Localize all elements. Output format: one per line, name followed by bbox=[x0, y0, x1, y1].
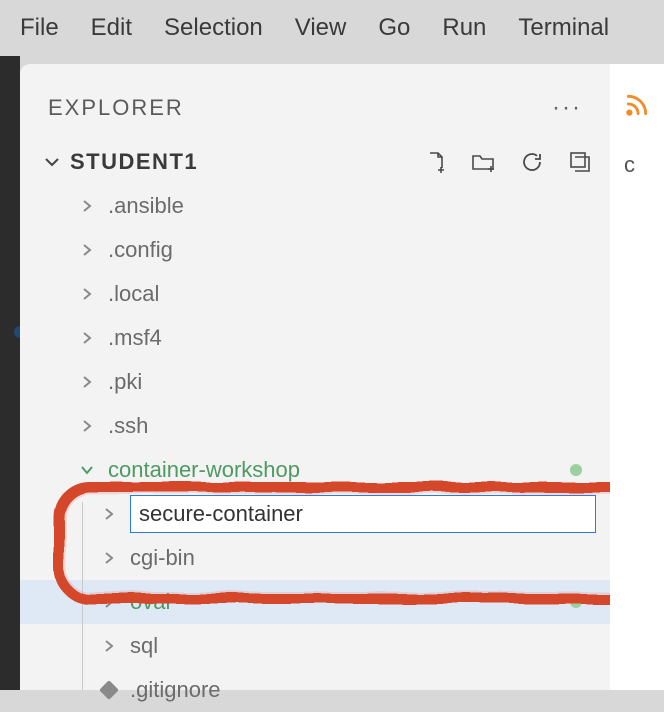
tree-folder-expanded[interactable]: container-workshop bbox=[20, 448, 610, 492]
tree-folder[interactable]: sql bbox=[20, 624, 610, 668]
chevron-right-icon bbox=[76, 418, 98, 434]
tree-folder[interactable]: .ansible bbox=[20, 184, 610, 228]
chevron-right-icon bbox=[98, 638, 120, 654]
refresh-button[interactable] bbox=[518, 148, 546, 176]
gitignore-file-icon bbox=[98, 681, 120, 699]
menubar: File Edit Selection View Go Run Terminal bbox=[0, 0, 664, 56]
chevron-right-icon bbox=[98, 506, 120, 522]
breadcrumb-letter: c bbox=[624, 152, 635, 178]
file-tree: .ansible .config .local .msf4 .pki .ssh bbox=[20, 184, 610, 712]
tree-label: cgi-bin bbox=[130, 545, 195, 571]
chevron-right-icon bbox=[76, 286, 98, 302]
tree-label: .local bbox=[108, 281, 159, 307]
tree-label: .config bbox=[108, 237, 173, 263]
tree-indent-guide bbox=[82, 502, 83, 690]
explorer-sidebar: EXPLORER ··· STUDENT1 bbox=[20, 64, 610, 690]
menu-run[interactable]: Run bbox=[426, 14, 502, 42]
collapse-all-button[interactable] bbox=[566, 148, 594, 176]
tree-label: .pki bbox=[108, 369, 142, 395]
chevron-down-icon bbox=[76, 462, 98, 478]
new-folder-button[interactable] bbox=[470, 148, 498, 176]
chevron-right-icon bbox=[76, 242, 98, 258]
chevron-right-icon bbox=[76, 330, 98, 346]
chevron-right-icon bbox=[98, 550, 120, 566]
tree-label: container-workshop bbox=[108, 457, 300, 483]
tree-label: .msf4 bbox=[108, 325, 162, 351]
menu-file[interactable]: File bbox=[4, 14, 75, 42]
tree-folder[interactable]: .local bbox=[20, 272, 610, 316]
rss-icon[interactable] bbox=[624, 92, 650, 123]
new-file-button[interactable] bbox=[422, 148, 450, 176]
tree-label: .ansible bbox=[108, 193, 184, 219]
tree-folder[interactable]: cgi-bin bbox=[20, 536, 610, 580]
chevron-down-icon bbox=[42, 152, 62, 172]
tree-label: sql bbox=[130, 633, 158, 659]
explorer-title: EXPLORER bbox=[48, 95, 184, 121]
chevron-right-icon bbox=[76, 374, 98, 390]
explorer-section-header[interactable]: STUDENT1 bbox=[20, 132, 610, 184]
tree-folder[interactable]: .config bbox=[20, 228, 610, 272]
tree-label: .gitignore bbox=[130, 677, 221, 703]
modified-dot-icon bbox=[570, 596, 582, 608]
new-folder-name-input[interactable] bbox=[130, 495, 596, 533]
editor-area: c bbox=[610, 64, 664, 690]
tree-file[interactable]: .gitignore bbox=[20, 668, 610, 712]
menu-terminal[interactable]: Terminal bbox=[502, 14, 625, 42]
chevron-right-icon bbox=[76, 198, 98, 214]
menu-edit[interactable]: Edit bbox=[75, 14, 148, 42]
tree-label: oval bbox=[130, 589, 170, 615]
tree-folder[interactable]: .pki bbox=[20, 360, 610, 404]
modified-dot-icon bbox=[570, 464, 582, 476]
tree-folder[interactable]: .msf4 bbox=[20, 316, 610, 360]
menu-view[interactable]: View bbox=[279, 14, 363, 42]
tree-folder-selected[interactable]: oval bbox=[20, 580, 610, 624]
menu-selection[interactable]: Selection bbox=[148, 14, 279, 42]
chevron-right-icon bbox=[98, 594, 120, 610]
tree-label: .ssh bbox=[108, 413, 148, 439]
menu-go[interactable]: Go bbox=[362, 14, 426, 42]
tree-folder[interactable]: .ssh bbox=[20, 404, 610, 448]
tree-new-folder-row bbox=[20, 492, 610, 536]
activity-bar[interactable] bbox=[0, 56, 20, 690]
explorer-more-button[interactable]: ··· bbox=[552, 94, 582, 122]
explorer-section-name: STUDENT1 bbox=[70, 149, 198, 175]
